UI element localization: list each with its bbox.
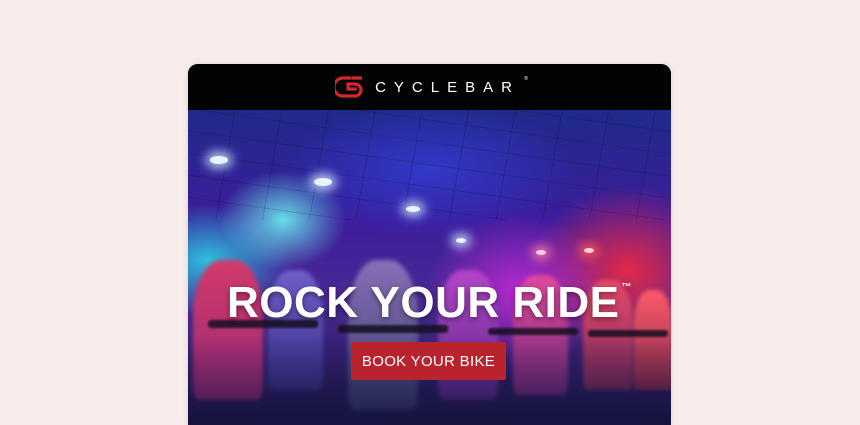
hero-headline: ROCK YOUR RIDE ™ (227, 278, 632, 327)
ceiling-light (584, 248, 594, 253)
hero-image: ROCK YOUR RIDE ™ BOOK YOUR BIKE (188, 110, 671, 425)
brand-wordmark: CYCLEBAR ® (375, 75, 528, 96)
ceiling-tiles (188, 110, 671, 220)
ceiling-light (406, 206, 420, 212)
header-bar: CYCLEBAR ® (188, 64, 671, 110)
ceiling-light (456, 238, 466, 243)
ceiling-light (210, 156, 228, 164)
bike-handlebar (488, 328, 578, 335)
brand-logo[interactable]: CYCLEBAR ® (335, 75, 528, 99)
ceiling-light (536, 250, 546, 255)
cyclebar-logo-icon (335, 76, 363, 98)
email-card: CYCLEBAR ® ROCK YOUR RIDE ™ BOOK YOUR BIKE (188, 64, 671, 425)
ceiling-light (314, 178, 332, 186)
book-your-bike-button[interactable]: BOOK YOUR BIKE (351, 342, 506, 380)
